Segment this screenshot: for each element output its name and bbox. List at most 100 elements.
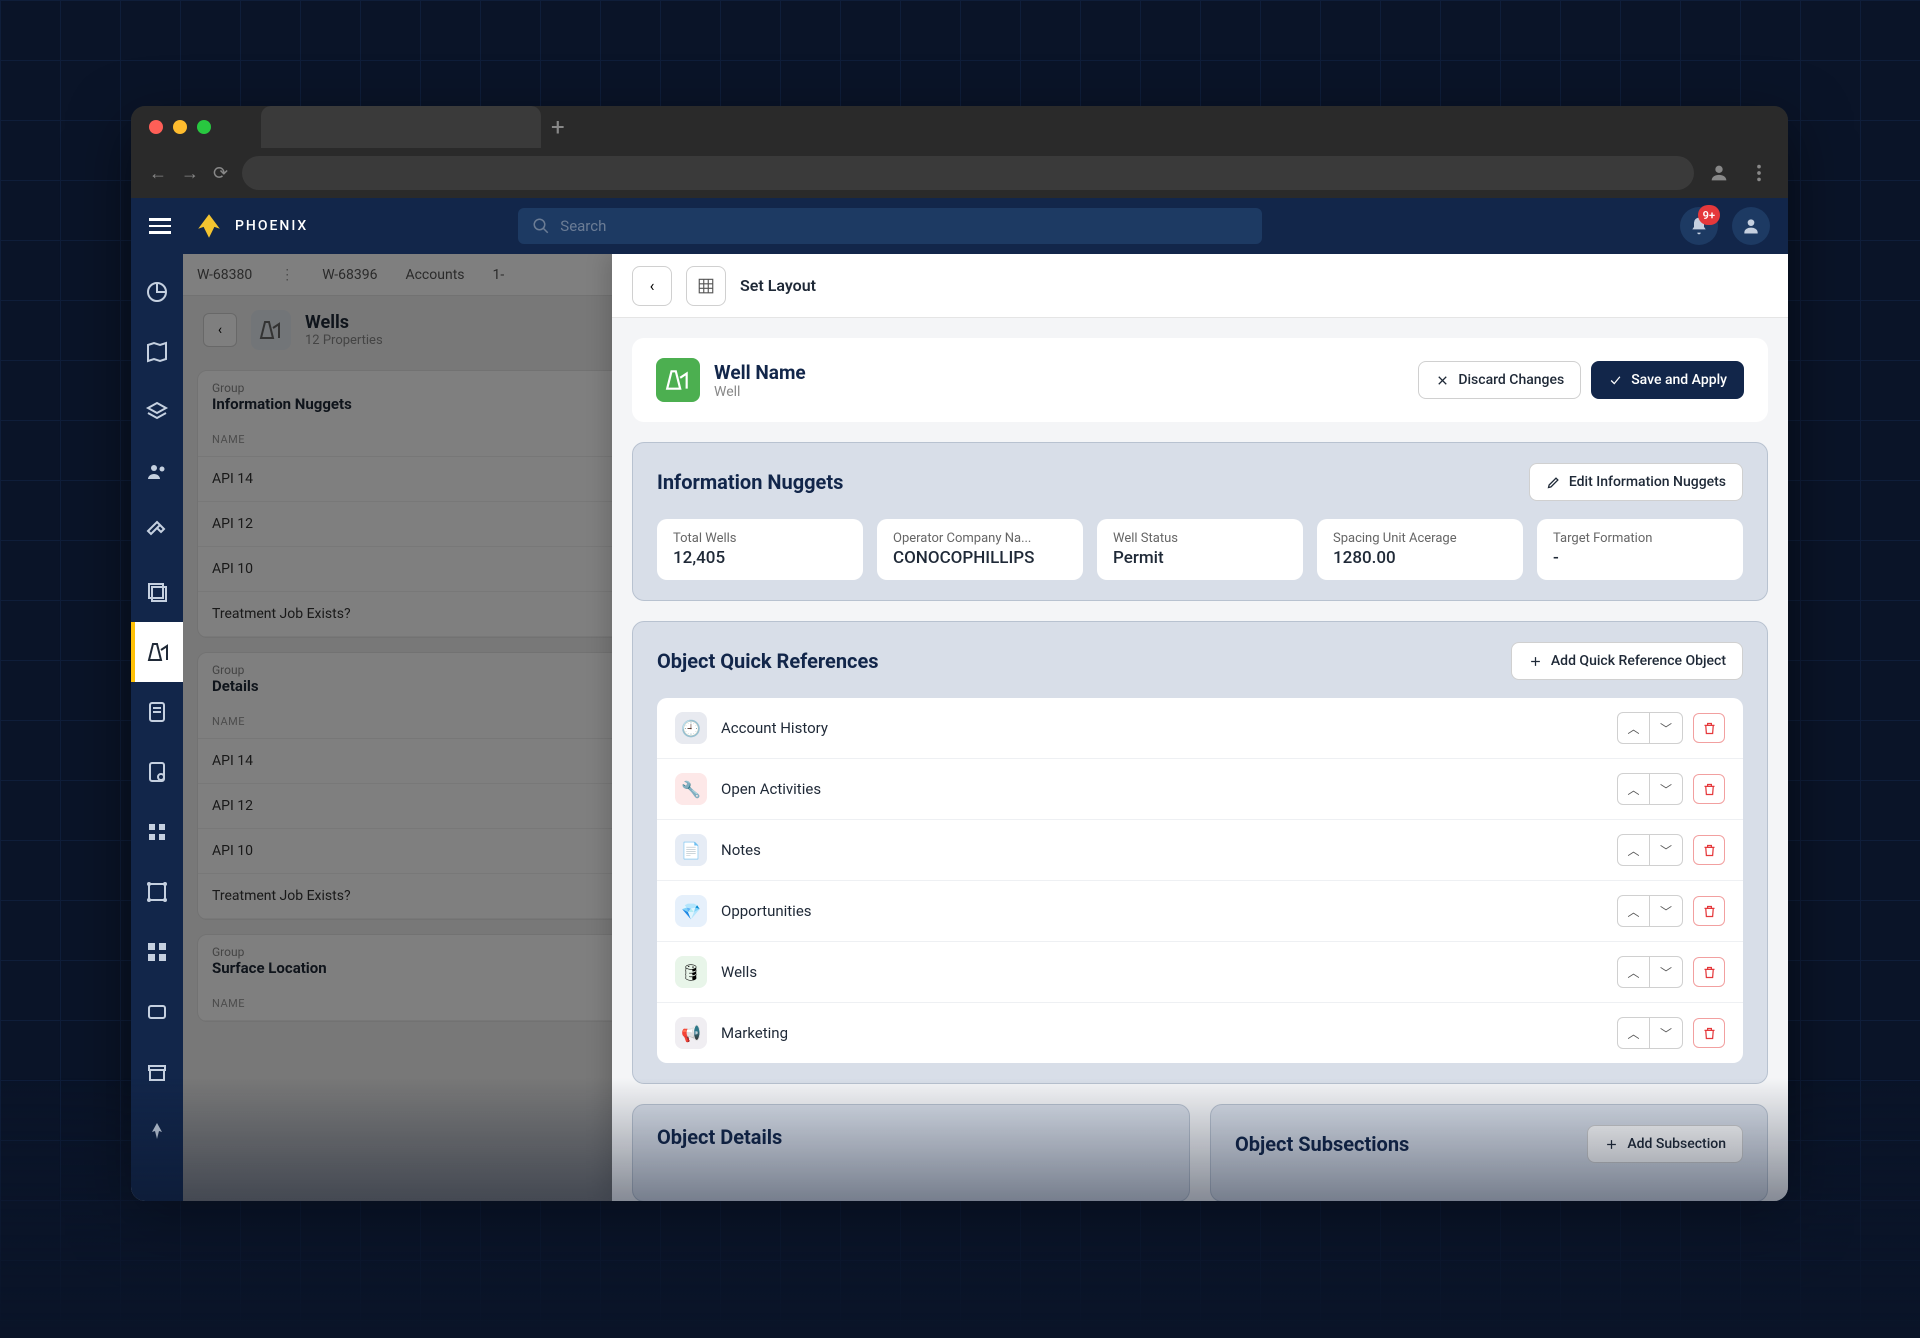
sidebar-item-forms-1[interactable]	[131, 682, 183, 742]
browser-tab[interactable]	[261, 106, 541, 148]
entity-icon	[656, 358, 700, 402]
nugget-value: -	[1553, 548, 1727, 568]
sidebar-item-layers[interactable]	[131, 382, 183, 442]
browser-back[interactable]: ←	[149, 163, 167, 184]
discard-button[interactable]: Discard Changes	[1418, 361, 1581, 399]
quick-ref-row: 📢 Marketing ︿ ﹀	[657, 1003, 1743, 1063]
notifications-button[interactable]: 9+	[1680, 207, 1718, 245]
move-up-button[interactable]: ︿	[1618, 896, 1650, 926]
info-nuggets-title: Information Nuggets	[657, 470, 843, 494]
quick-ref-row: 🕘 Account History ︿ ﹀	[657, 698, 1743, 759]
ref-icon: 📄	[675, 834, 707, 866]
search-icon	[532, 217, 550, 235]
move-down-button[interactable]: ﹀	[1650, 957, 1682, 987]
browser-forward[interactable]: →	[181, 163, 199, 184]
account-button[interactable]	[1732, 207, 1770, 245]
move-up-button[interactable]: ︿	[1618, 1018, 1650, 1048]
move-down-button[interactable]: ﹀	[1650, 896, 1682, 926]
phoenix-icon	[191, 212, 227, 240]
move-up-button[interactable]: ︿	[1618, 957, 1650, 987]
nugget-value: 12,405	[673, 548, 847, 568]
sidebar-item-map[interactable]	[131, 322, 183, 382]
entity-card: Well Name Well Discard Changes	[632, 338, 1768, 422]
save-label: Save and Apply	[1631, 372, 1727, 388]
brand-name: PHOENIX	[235, 218, 308, 234]
move-up-button[interactable]: ︿	[1618, 835, 1650, 865]
delete-button[interactable]	[1693, 1018, 1725, 1048]
delete-button[interactable]	[1693, 835, 1725, 865]
trash-icon	[1702, 721, 1717, 736]
quick-refs-title: Object Quick References	[657, 649, 879, 673]
move-down-button[interactable]: ﹀	[1650, 1018, 1682, 1048]
add-quick-ref-label: Add Quick Reference Object	[1551, 653, 1726, 669]
sidebar-item-wells[interactable]	[131, 622, 183, 682]
quick-ref-row: 🔧 Open Activities ︿ ﹀	[657, 759, 1743, 820]
hamburger-menu[interactable]	[149, 218, 171, 234]
check-icon	[1608, 373, 1623, 388]
window-maximize[interactable]	[197, 120, 211, 134]
new-tab-button[interactable]: +	[551, 113, 565, 141]
delete-button[interactable]	[1693, 713, 1725, 743]
window-close[interactable]	[149, 120, 163, 134]
delete-button[interactable]	[1693, 896, 1725, 926]
nugget-value: Permit	[1113, 548, 1287, 568]
object-details-title: Object Details	[657, 1125, 782, 1149]
ref-label: Account History	[721, 719, 1603, 737]
sidebar-item-files[interactable]	[131, 562, 183, 622]
pencil-icon	[1546, 475, 1561, 490]
nugget: Operator Company Na...CONOCOPHILLIPS	[877, 519, 1083, 580]
add-quick-ref-button[interactable]: Add Quick Reference Object	[1511, 642, 1743, 680]
kebab-icon[interactable]	[1748, 162, 1770, 184]
nugget-value: 1280.00	[1333, 548, 1507, 568]
plus-icon	[1604, 1137, 1619, 1152]
browser-reload[interactable]: ⟳	[213, 163, 228, 184]
trash-icon	[1702, 904, 1717, 919]
ref-label: Open Activities	[721, 780, 1603, 798]
move-down-button[interactable]: ﹀	[1650, 835, 1682, 865]
sidebar-item-apps[interactable]	[131, 802, 183, 862]
object-details-card: Object Details	[632, 1104, 1190, 1201]
ref-label: Opportunities	[721, 902, 1603, 920]
sidebar-item-slides[interactable]	[131, 982, 183, 1042]
ref-icon: 🔧	[675, 773, 707, 805]
sidebar-item-bounds[interactable]	[131, 862, 183, 922]
search-input[interactable]: Search	[518, 208, 1262, 244]
profile-icon[interactable]	[1708, 162, 1730, 184]
sidebar-item-forms-2[interactable]	[131, 742, 183, 802]
add-subsection-button[interactable]: Add Subsection	[1587, 1125, 1743, 1163]
edit-nuggets-button[interactable]: Edit Information Nuggets	[1529, 463, 1743, 501]
save-button[interactable]: Save and Apply	[1591, 361, 1744, 399]
sidebar	[131, 254, 183, 1201]
quick-ref-row: 📄 Notes ︿ ﹀	[657, 820, 1743, 881]
nugget-label: Spacing Unit Acerage	[1333, 531, 1507, 546]
move-up-button[interactable]: ︿	[1618, 713, 1650, 743]
ref-icon: 🕘	[675, 712, 707, 744]
sidebar-item-deals[interactable]	[131, 502, 183, 562]
nugget-label: Total Wells	[673, 531, 847, 546]
add-subsection-label: Add Subsection	[1627, 1136, 1726, 1152]
grid-layout-button[interactable]	[686, 266, 726, 306]
move-down-button[interactable]: ﹀	[1650, 713, 1682, 743]
app-header: PHOENIX Search 9+	[131, 198, 1788, 254]
sidebar-item-contacts[interactable]	[131, 442, 183, 502]
delete-button[interactable]	[1693, 957, 1725, 987]
ref-label: Marketing	[721, 1024, 1603, 1042]
url-input[interactable]	[242, 156, 1694, 190]
sidebar-item-phoenix[interactable]	[131, 1102, 183, 1162]
info-nuggets-card: Information Nuggets Edit Information Nug…	[632, 442, 1768, 601]
window-minimize[interactable]	[173, 120, 187, 134]
delete-button[interactable]	[1693, 774, 1725, 804]
trash-icon	[1702, 843, 1717, 858]
sidebar-item-archive[interactable]	[131, 1042, 183, 1102]
panel-title: Set Layout	[740, 276, 816, 295]
sidebar-item-dashboard[interactable]	[131, 262, 183, 322]
brand-logo[interactable]: PHOENIX	[191, 212, 308, 240]
panel-back-button[interactable]: ‹	[632, 266, 672, 306]
move-down-button[interactable]: ﹀	[1650, 774, 1682, 804]
move-up-button[interactable]: ︿	[1618, 774, 1650, 804]
nugget: Well StatusPermit	[1097, 519, 1303, 580]
entity-title: Well Name	[714, 361, 806, 384]
sidebar-item-grid[interactable]	[131, 922, 183, 982]
ref-label: Wells	[721, 963, 1603, 981]
browser-window: + ← → ⟳ PHOENIX Search 9+	[131, 106, 1788, 1201]
